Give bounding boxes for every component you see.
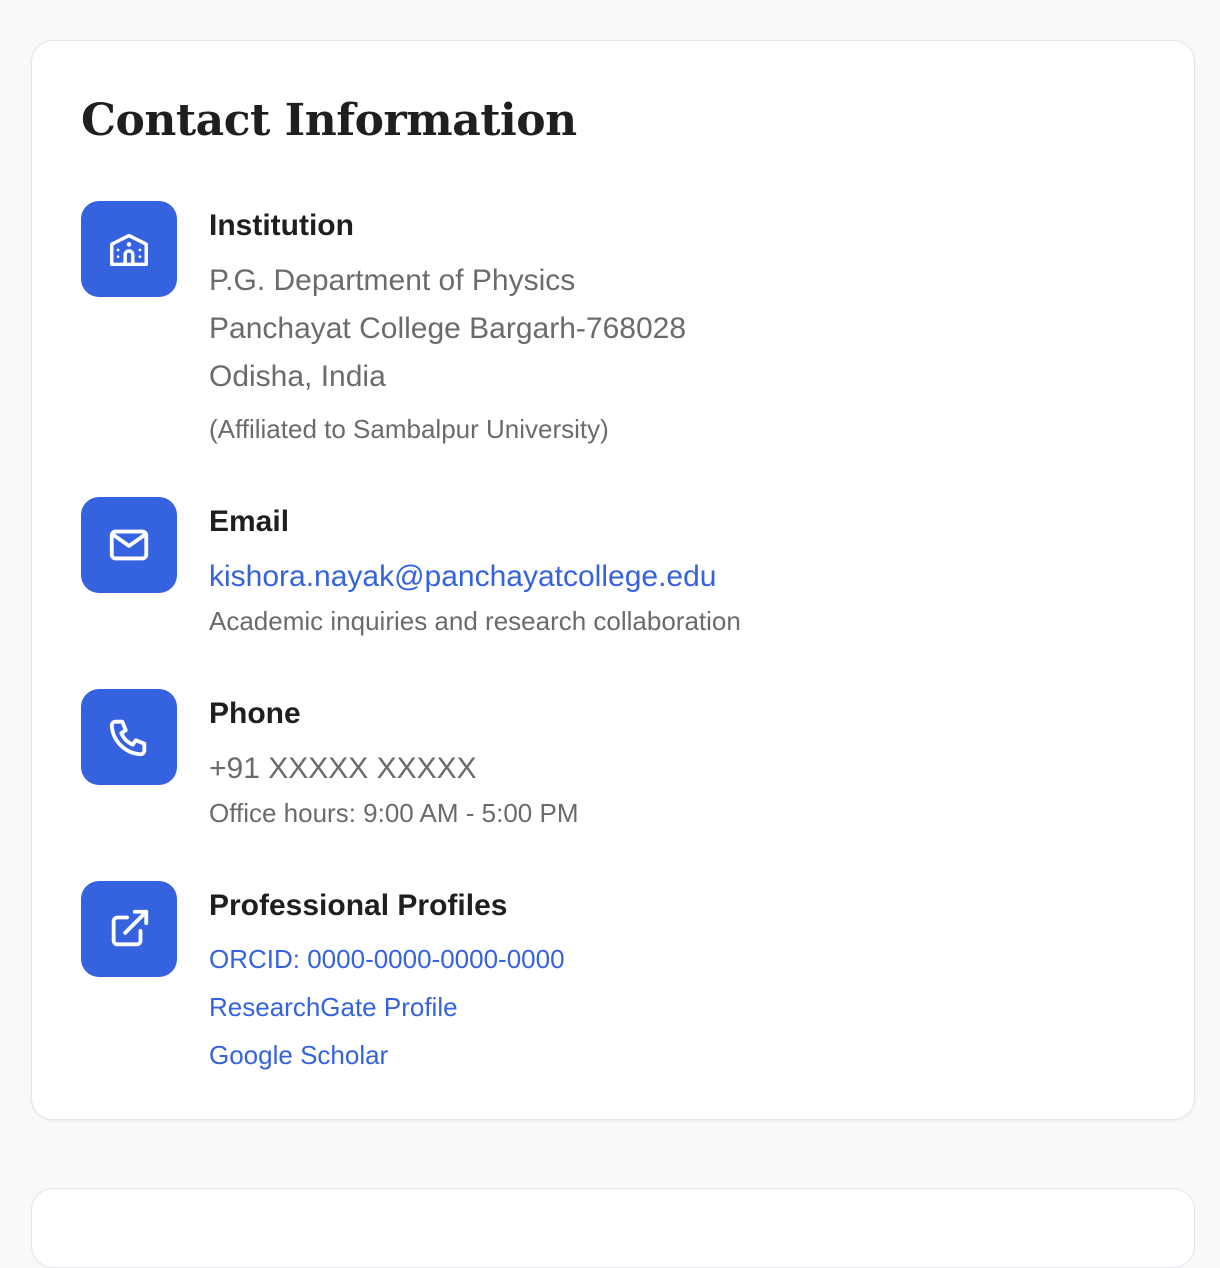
phone-number: +91 XXXXX XXXXX	[209, 752, 477, 785]
building-icon	[81, 201, 177, 297]
institution-affiliation: (Affiliated to Sambalpur University)	[209, 414, 609, 444]
section-title: Contact Information	[81, 95, 577, 146]
google-scholar-link[interactable]: Google Scholar	[209, 1031, 1109, 1079]
institution-label: Institution	[209, 209, 354, 242]
external-link-icon	[81, 881, 177, 977]
email-label: Email	[209, 505, 290, 538]
phone-icon	[81, 689, 177, 785]
institution-line-2: Panchayat College Bargarh-768028	[209, 312, 686, 345]
email-link[interactable]: kishora.nayak@panchayatcollege.edu	[209, 553, 1109, 601]
mail-icon	[81, 497, 177, 593]
next-card	[31, 1188, 1195, 1268]
researchgate-link[interactable]: ResearchGate Profile	[209, 983, 1109, 1031]
contact-card: Contact Information Institution P.G. Dep…	[31, 40, 1195, 1120]
phone-hours: Office hours: 9:00 AM - 5:00 PM	[209, 798, 579, 828]
profiles-label: Professional Profiles	[209, 889, 508, 922]
phone-label: Phone	[209, 697, 301, 730]
orcid-link[interactable]: ORCID: 0000-0000-0000-0000	[209, 935, 1109, 983]
email-note: Academic inquiries and research collabor…	[209, 606, 741, 636]
institution-line-1: P.G. Department of Physics	[209, 264, 576, 297]
institution-line-3: Odisha, India	[209, 360, 386, 393]
